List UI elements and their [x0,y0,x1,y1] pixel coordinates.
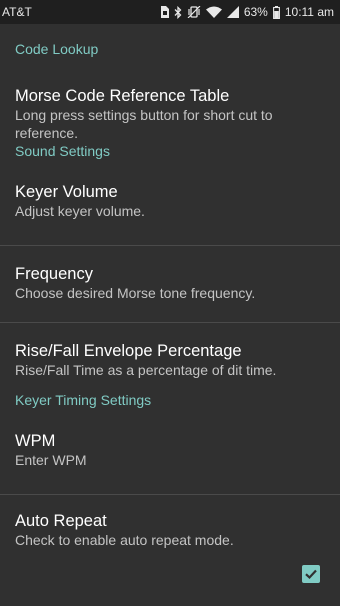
vibrate-icon [187,6,201,18]
pref-reference-table[interactable]: Morse Code Reference Table Long press se… [0,66,340,166]
pref-title: Morse Code Reference Table [15,87,230,105]
wifi-icon [205,6,222,18]
bluetooth-icon [174,5,182,19]
pref-title: Keyer Volume [15,183,118,201]
pref-summary: Adjust keyer volume. [15,203,145,219]
sim-icon [160,6,169,18]
pref-frequency[interactable]: Frequency Choose desired Morse tone freq… [0,246,340,323]
settings-list: Code Lookup Morse Code Reference Table L… [0,24,340,555]
pref-title: Auto Repeat [15,512,107,530]
checkmark-icon [305,569,317,580]
pref-summary: Enter WPM [15,452,87,468]
pref-keyer-volume[interactable]: Keyer Volume Adjust keyer volume. [0,168,340,246]
pref-title: Frequency [15,265,93,283]
auto-repeat-checkbox[interactable] [302,565,320,583]
category-code-lookup: Code Lookup [15,41,99,57]
pref-summary: Rise/Fall Time as a percentage of dit ti… [15,362,277,378]
battery-icon [272,5,280,19]
pref-summary: Choose desired Morse tone frequency. [15,285,256,301]
pref-summary: Long press settings button for short cut… [15,107,273,141]
battery-percent: 63% [243,5,268,19]
status-bar: AT&T 63% 10:11 am [0,0,340,24]
pref-summary: Check to enable auto repeat mode. [15,532,234,548]
pref-title: Rise/Fall Envelope Percentage [15,342,242,360]
pref-auto-repeat[interactable]: Auto Repeat Check to enable auto repeat … [0,495,340,555]
signal-icon [226,6,239,18]
pref-rise-fall[interactable]: Rise/Fall Envelope Percentage Rise/Fall … [0,323,340,401]
carrier-label: AT&T [2,5,32,19]
status-icons: 63% 10:11 am [160,5,334,19]
pref-title: WPM [15,432,56,450]
pref-wpm[interactable]: WPM Enter WPM [0,417,340,495]
clock: 10:11 am [284,5,334,19]
